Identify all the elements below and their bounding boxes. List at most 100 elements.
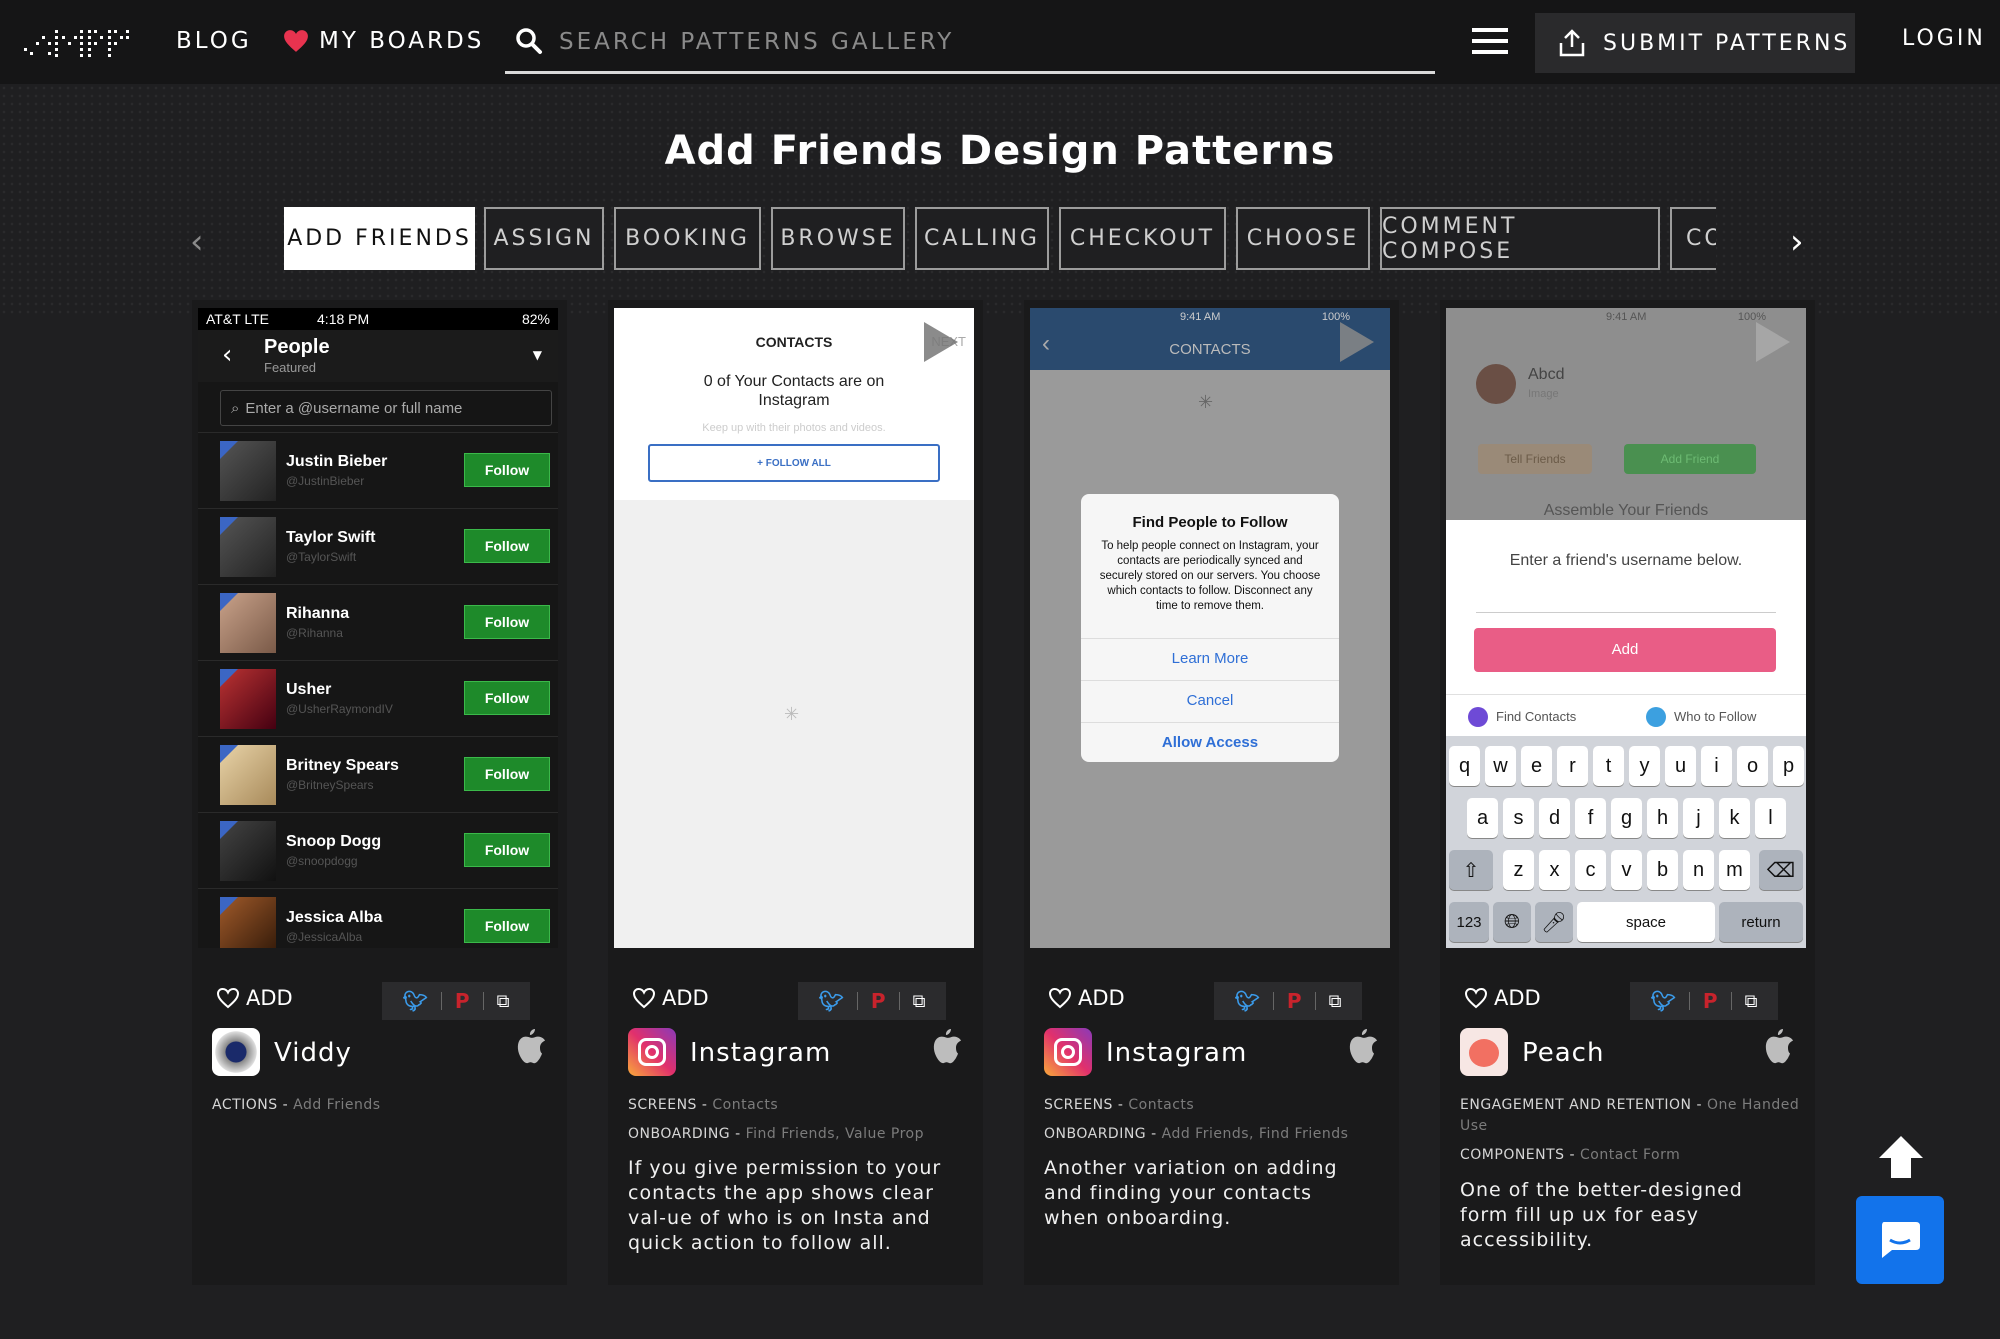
tag-category: COMPONENTS	[1460, 1147, 1565, 1163]
play-overlay	[614, 308, 974, 948]
app-icon-instagram[interactable]	[1044, 1028, 1092, 1076]
permission-dialog: Find People to Follow To help people con…	[1081, 494, 1339, 762]
tab-browse[interactable]: BROWSE	[771, 207, 905, 270]
tab-partial[interactable]: CO	[1670, 207, 1716, 270]
pattern-description: If you give permission to your contacts …	[628, 1157, 942, 1254]
add-to-board-button[interactable]: ADD	[632, 986, 709, 1010]
screen-subtitle: Featured	[264, 360, 317, 375]
prompt-text: Enter a friend's username below.	[1509, 552, 1743, 569]
app-name[interactable]: Peach	[1522, 1038, 1604, 1068]
app-name[interactable]: Viddy	[274, 1038, 352, 1068]
keyboard-key: j	[1683, 798, 1714, 838]
hamburger-menu-icon[interactable]	[1472, 28, 1508, 58]
login-link[interactable]: LOGIN	[1902, 26, 1986, 51]
contact-sub: Image	[1528, 388, 1559, 400]
apple-icon	[1349, 1029, 1377, 1064]
tag-values[interactable]: Contacts	[1128, 1097, 1194, 1113]
status-bar: AT&T LTE 4:18 PM 82%	[198, 308, 558, 330]
tag-values[interactable]: Contacts	[712, 1097, 778, 1113]
allow-access-button: Allow Access	[1081, 722, 1339, 762]
learn-more-button: Learn More	[1081, 638, 1339, 678]
tab-comment-compose[interactable]: COMMENT COMPOSE	[1380, 207, 1660, 270]
nav-blog-link[interactable]: BLOG	[176, 28, 252, 54]
keyboard-key: k	[1719, 798, 1750, 838]
person-name: Justin Bieber	[286, 453, 388, 470]
add-to-board-button[interactable]: ADD	[1464, 986, 1541, 1010]
share-buttons: 🐦︎ P ⧉	[1630, 982, 1778, 1020]
pattern-card-instagram-1: CONTACTS NEXT 0 of Your Contacts are on …	[608, 300, 983, 1285]
username-input-line	[1476, 612, 1776, 613]
screenshot-instagram-2[interactable]: 9:41 AM 100% ‹ CONTACTS ✳ Find People to…	[1030, 308, 1390, 948]
battery: 82%	[521, 311, 550, 327]
search-icon	[516, 28, 542, 54]
twitter-icon[interactable]: 🐦︎	[403, 989, 428, 1013]
person-name: Rihanna	[286, 605, 350, 622]
back-chevron-icon: ‹	[222, 340, 233, 370]
keyboard-key: l	[1755, 798, 1786, 838]
tab-add-friends[interactable]: ADD FRIENDS	[284, 207, 475, 270]
pinterest-icon[interactable]: P	[871, 989, 886, 1013]
add-to-board-button[interactable]: ADD	[216, 986, 293, 1010]
site-logo[interactable]	[22, 22, 137, 62]
upload-icon	[1559, 29, 1585, 57]
keyboard-key: p	[1773, 746, 1804, 786]
tab-calling[interactable]: CALLING	[915, 207, 1049, 270]
twitter-icon[interactable]: 🐦︎	[1235, 989, 1260, 1013]
pinterest-icon[interactable]: P	[1703, 989, 1718, 1013]
tag-values[interactable]: Find Friends, Value Prop	[746, 1126, 924, 1142]
share-buttons: 🐦︎ P ⧉	[798, 982, 946, 1020]
twitter-icon[interactable]: 🐦︎	[1651, 989, 1676, 1013]
twitter-icon[interactable]: 🐦︎	[819, 989, 844, 1013]
app-icon-peach[interactable]	[1460, 1028, 1508, 1076]
avatar	[1476, 364, 1516, 404]
dropdown-caret-icon: ▼	[532, 348, 542, 362]
nav-my-boards-link[interactable]: MY BOARDS	[283, 28, 484, 54]
avatar	[220, 820, 276, 881]
add-label: ADD	[1078, 986, 1125, 1010]
app-name[interactable]: Instagram	[1106, 1038, 1247, 1068]
copy-link-icon[interactable]: ⧉	[1745, 991, 1758, 1012]
screen-search: ⌕ Enter a @username or full name	[220, 390, 552, 426]
card-actions: ADD 🐦︎ P ⧉	[1460, 982, 1800, 1022]
pinterest-icon[interactable]: P	[455, 989, 470, 1013]
page-title: Add Friends Design Patterns	[664, 128, 1336, 174]
pinterest-icon[interactable]: P	[1287, 989, 1302, 1013]
app-icon-instagram[interactable]	[628, 1028, 676, 1076]
microphone-key-icon: 🎤︎	[1535, 902, 1573, 942]
screenshot-instagram-1[interactable]: CONTACTS NEXT 0 of Your Contacts are on …	[614, 308, 974, 948]
heart-icon	[284, 30, 308, 52]
person-name: Usher	[286, 681, 332, 698]
list-item: Rihanna @Rihanna Follow	[198, 584, 558, 660]
app-icon-viddy[interactable]	[212, 1028, 260, 1076]
tab-assign[interactable]: ASSIGN	[484, 207, 604, 270]
tab-choose[interactable]: CHOOSE	[1236, 207, 1370, 270]
copy-link-icon[interactable]: ⧉	[497, 991, 510, 1012]
submit-patterns-button[interactable]: SUBMIT PATTERNS	[1535, 13, 1855, 73]
screenshot-peach[interactable]: 9:41 AM 100% Abcd Image Tell Friends Add…	[1446, 308, 1806, 948]
search-input[interactable]	[559, 22, 1419, 62]
app-name[interactable]: Instagram	[690, 1038, 831, 1068]
screenshot-viddy[interactable]: AT&T LTE 4:18 PM 82% ‹ People Featured ▼…	[198, 308, 558, 948]
add-friend-submit-button: Add	[1474, 628, 1776, 672]
spinner-icon: ✳	[1198, 392, 1214, 412]
chat-widget-button[interactable]	[1856, 1196, 1944, 1284]
add-to-board-button[interactable]: ADD	[1048, 986, 1125, 1010]
tag-values[interactable]: Add Friends, Find Friends	[1162, 1126, 1349, 1142]
follow-button: Follow	[464, 681, 550, 715]
tag-values[interactable]: Add Friends	[293, 1097, 380, 1113]
list-item: Usher @UsherRaymondIV Follow	[198, 660, 558, 736]
keyboard-key: q	[1449, 746, 1480, 786]
keyboard-key: t	[1593, 746, 1624, 786]
play-icon	[1340, 322, 1374, 362]
copy-link-icon[interactable]: ⧉	[913, 991, 926, 1012]
keyboard-key: y	[1629, 746, 1660, 786]
scroll-to-top-arrow-icon[interactable]	[1877, 1134, 1925, 1180]
carrier: AT&T LTE	[206, 311, 270, 327]
tabs-next-arrow-icon[interactable]: ›	[1790, 222, 1804, 262]
tag-values[interactable]: Contact Form	[1580, 1147, 1680, 1163]
apple-icon	[1765, 1029, 1793, 1064]
tab-booking[interactable]: BOOKING	[614, 207, 761, 270]
tab-checkout[interactable]: CHECKOUT	[1059, 207, 1226, 270]
copy-link-icon[interactable]: ⧉	[1329, 991, 1342, 1012]
tabs-prev-arrow-icon[interactable]: ‹	[190, 222, 204, 262]
